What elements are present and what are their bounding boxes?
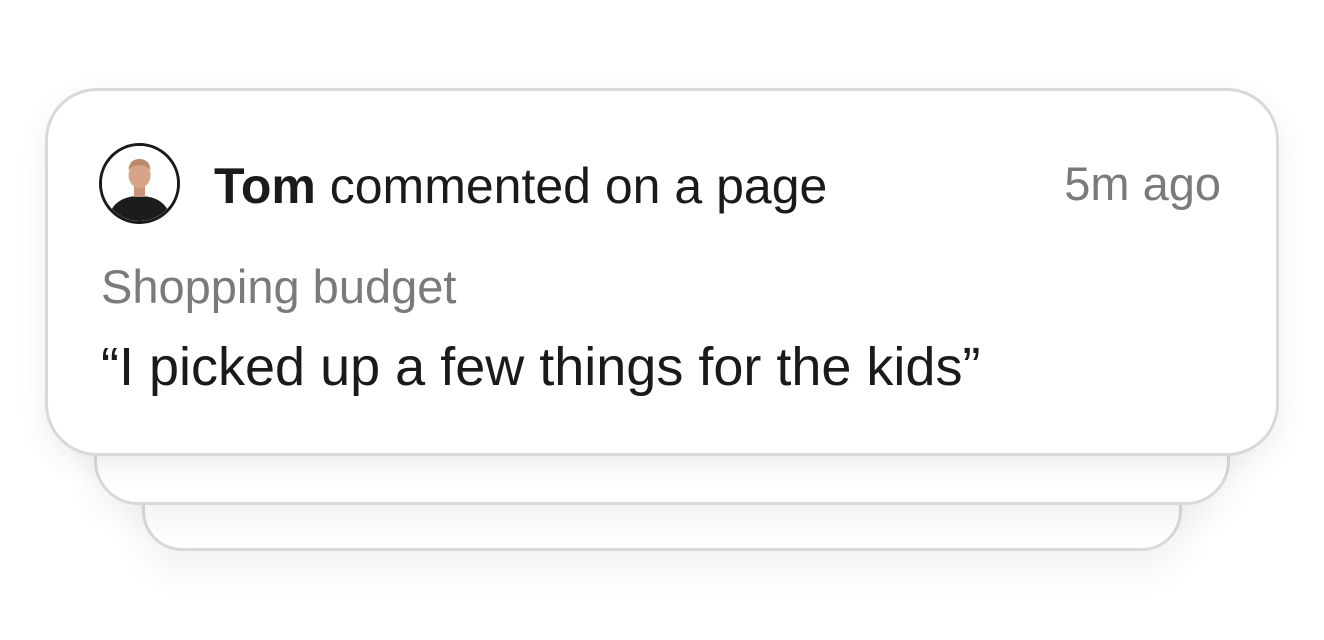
user-avatar[interactable] <box>99 143 180 224</box>
avatar-photo-icon <box>102 146 177 221</box>
notification-stack: Tom commented on a page 5m ago Shopping … <box>0 0 1324 640</box>
action-text: commented on a page <box>329 158 828 214</box>
comment-text: “I picked up a few things for the kids” <box>101 337 981 397</box>
timestamp: 5m ago <box>1064 157 1221 210</box>
page-title-link[interactable]: Shopping budget <box>101 256 456 318</box>
notification-headline: Tom commented on a page <box>214 154 827 218</box>
user-name[interactable]: Tom <box>214 158 316 214</box>
